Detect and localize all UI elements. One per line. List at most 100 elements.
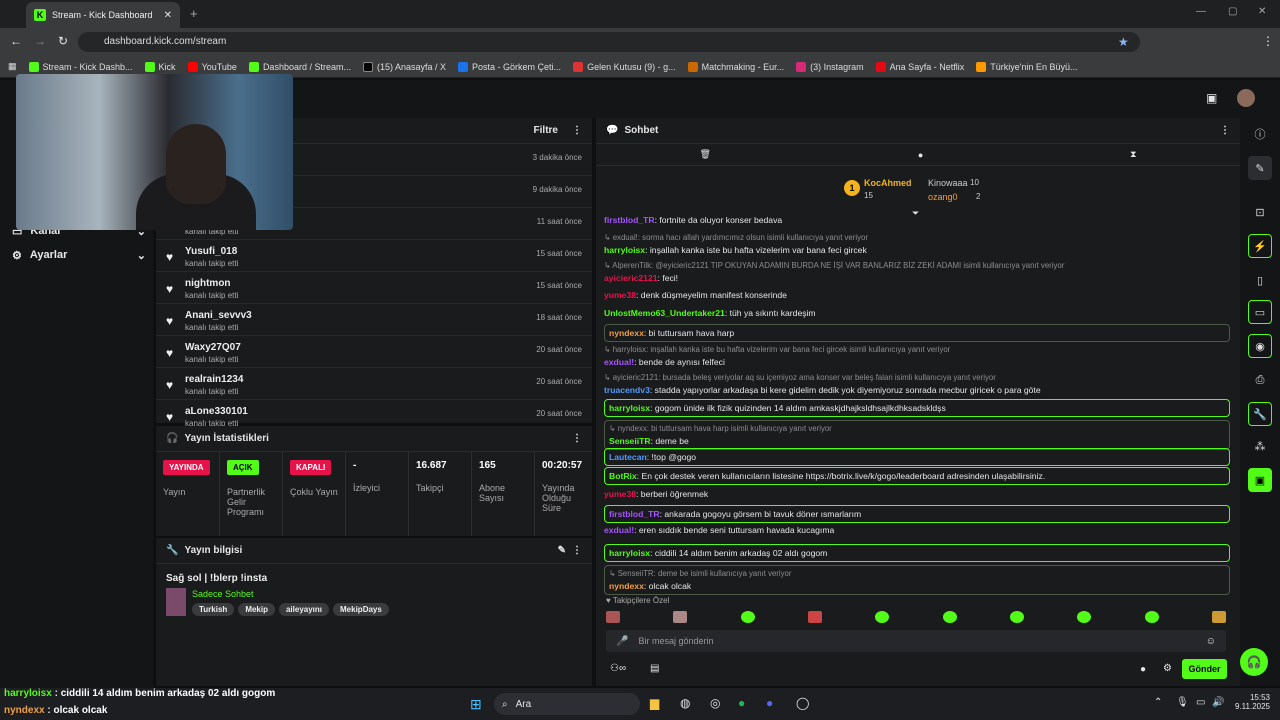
follower-name[interactable]: nightmon: [185, 278, 231, 289]
chat-username[interactable]: ayicieric2121: [604, 273, 658, 283]
share-icon[interactable]: ⁂: [1248, 434, 1272, 458]
more-icon[interactable]: ⋮: [572, 545, 582, 556]
new-tab-button[interactable]: +: [190, 6, 198, 21]
send-button[interactable]: Gönder: [1182, 659, 1227, 679]
bookmark[interactable]: Matchmaking - Eur...: [687, 61, 784, 72]
pencil-icon[interactable]: ✎: [1248, 156, 1272, 180]
chat-username[interactable]: harryloisx: [609, 548, 650, 558]
emote[interactable]: [1077, 611, 1092, 623]
chat-message[interactable]: firstblod_TR: ankarada gogoyu görsem bi …: [604, 505, 1230, 523]
back-icon[interactable]: ←: [10, 34, 22, 48]
obs-icon[interactable]: ◯: [796, 696, 809, 710]
chat-message[interactable]: yume38: denk düşmeyelim manifest konseri…: [604, 289, 1230, 301]
chat-message[interactable]: ↳ SenseiiTR: deme be isimli kullanıcıya …: [604, 565, 1230, 595]
bookmark[interactable]: (3) Instagram: [796, 61, 864, 72]
microphone-icon[interactable]: 🎤: [616, 636, 628, 647]
chat-username[interactable]: UnlostMemo63_Undertaker21: [604, 308, 725, 318]
url-field[interactable]: dashboard.kick.com/stream: [78, 32, 1140, 52]
list-item[interactable]: ♥ realrain1234 kanalı takip etti 20 saat ön…: [156, 368, 592, 400]
extension-icon[interactable]: ▣: [1248, 468, 1272, 492]
follower-name[interactable]: Yusufi_018: [185, 246, 237, 257]
clock[interactable]: 15:53 9.11.2025: [1230, 693, 1270, 711]
forward-icon[interactable]: →: [34, 34, 46, 48]
close-tab-icon[interactable]: ✕: [164, 10, 172, 21]
bookmark[interactable]: Stream - Kick Dashb...: [28, 61, 133, 72]
list-item[interactable]: ♥ Anani_sevvv3 kanalı takip etti 18 saat ön…: [156, 304, 592, 336]
chat-username[interactable]: nyndexx: [609, 581, 644, 591]
second-supporter-name[interactable]: Kinowaaa: [928, 178, 968, 188]
emote[interactable]: [1009, 611, 1024, 623]
info-icon[interactable]: ⓘ: [1248, 122, 1272, 146]
more-icon[interactable]: ⋮: [1220, 125, 1230, 136]
volume-icon[interactable]: 🔊: [1212, 697, 1224, 708]
chat-username[interactable]: firstblod_TR: [604, 215, 655, 225]
browser-menu-icon[interactable]: ⋮: [1262, 34, 1274, 48]
chat-message[interactable]: ↳ harryloisx: inşallah kanka iste bu haf…: [604, 344, 1230, 368]
top-supporter-name[interactable]: KocAhmed: [864, 178, 912, 188]
chat-message[interactable]: harryloisx: ciddili 14 aldım benim arkad…: [604, 544, 1230, 562]
trash-icon[interactable]: 🗑: [699, 149, 710, 160]
gear-icon[interactable]: ⚙: [1163, 663, 1172, 674]
emote[interactable]: [942, 611, 957, 623]
broadcast-icon[interactable]: ◉: [1248, 334, 1272, 358]
network-icon[interactable]: ▭: [1196, 697, 1205, 708]
chat-username[interactable]: Lautecan: [609, 452, 647, 462]
users-icon[interactable]: ⚇∞: [610, 663, 626, 674]
reload-icon[interactable]: ↻: [58, 34, 68, 48]
discord-icon[interactable]: ●: [766, 696, 773, 710]
chat-message[interactable]: UnlostMemo63_Undertaker21: tüh ya sıkınt…: [604, 307, 1230, 319]
chat-message[interactable]: BotRix: En çok destek veren kullanıcılar…: [604, 467, 1230, 485]
chat-message[interactable]: ↳ AlperenTilk: @eyicieric2121 TIP OKUYAN…: [604, 260, 1230, 284]
follower-name[interactable]: Waxy27Q07: [185, 342, 241, 353]
follower-name[interactable]: realrain1234: [185, 374, 243, 385]
support-icon[interactable]: 🎧: [1240, 648, 1268, 676]
bolt-icon[interactable]: ⚡: [1248, 234, 1272, 258]
emote[interactable]: [875, 611, 890, 623]
chat-bubble-icon[interactable]: ●: [918, 150, 923, 160]
bookmark[interactable]: Posta - Görkem Çeti...: [458, 61, 561, 72]
hourglass-icon[interactable]: ⧗: [1130, 149, 1136, 160]
tag[interactable]: Turkish: [192, 603, 235, 616]
chat-message[interactable]: exdual!: eren sıddık bende seni tuttursa…: [604, 524, 1230, 536]
bookmark[interactable]: (15) Anasayfa / X: [362, 61, 446, 72]
chat-message[interactable]: ↳ ayicieric2121: bursada beleş veriyolar…: [604, 372, 1230, 396]
wrench-icon[interactable]: 🔧: [1248, 402, 1272, 426]
chat-username[interactable]: BotRix: [609, 471, 637, 481]
emote[interactable]: [1144, 611, 1159, 623]
apps-icon[interactable]: ▦: [8, 61, 17, 72]
edit-icon[interactable]: ✎: [558, 545, 566, 556]
maximize-icon[interactable]: ▢: [1228, 6, 1237, 17]
tag[interactable]: aileyayını: [278, 603, 330, 616]
steam-icon[interactable]: ◎: [710, 696, 720, 710]
list-item[interactable]: ♥ Waxy27Q07 kanalı takip etti 20 saat önce: [156, 336, 592, 368]
document-icon[interactable]: ▯: [1248, 268, 1272, 292]
follower-name[interactable]: Anani_sevvv3: [185, 310, 252, 321]
chat-message[interactable]: ↳ nyndexx: bi tuttursam hava harp isimli…: [604, 420, 1230, 450]
capture-icon[interactable]: ⊡: [1248, 200, 1272, 224]
nav-item-ayarlar[interactable]: ⚙ Ayarlar ⌄: [12, 244, 146, 266]
browser-tab[interactable]: K Stream - Kick Dashboard ✕: [26, 2, 180, 28]
emote[interactable]: [673, 611, 688, 623]
microphone-tray-icon[interactable]: 🎙: [1176, 697, 1189, 708]
bookmark[interactable]: YouTube: [187, 61, 237, 72]
chat-username[interactable]: exdual!: [604, 525, 634, 535]
bookmark[interactable]: Dashboard / Stream...: [248, 61, 351, 72]
video-icon[interactable]: ▣: [1206, 91, 1217, 105]
windows-start-icon[interactable]: ⊞: [470, 696, 482, 713]
chat-input[interactable]: 🎤 Bir mesaj gönderin ☺: [606, 630, 1226, 652]
more-icon[interactable]: ⋮: [572, 433, 582, 444]
chat-username[interactable]: harryloisx: [604, 245, 645, 255]
bookmark[interactable]: Gelen Kutusu (9) - g...: [573, 61, 676, 72]
folder-icon[interactable]: ▆: [650, 696, 659, 710]
chat-message[interactable]: harryloisx: gogom ünide ilk fizik quizin…: [604, 399, 1230, 417]
store-icon[interactable]: ▤: [650, 663, 659, 674]
filter-button[interactable]: Filtre: [534, 125, 558, 136]
emote[interactable]: [606, 611, 620, 623]
chat-username[interactable]: SenseiiTR: [609, 436, 651, 446]
chat-message[interactable]: Lautecan: !top @gogo: [604, 448, 1230, 466]
chat-settings-icon[interactable]: ●: [1140, 664, 1146, 675]
chat-message[interactable]: firstblod_TR: fortnite da oluyor konser …: [604, 214, 1230, 226]
more-icon[interactable]: ⋮: [572, 125, 582, 136]
chat-username[interactable]: harryloisx: [609, 403, 650, 413]
category-link[interactable]: Sadece Sohbet: [192, 589, 254, 599]
